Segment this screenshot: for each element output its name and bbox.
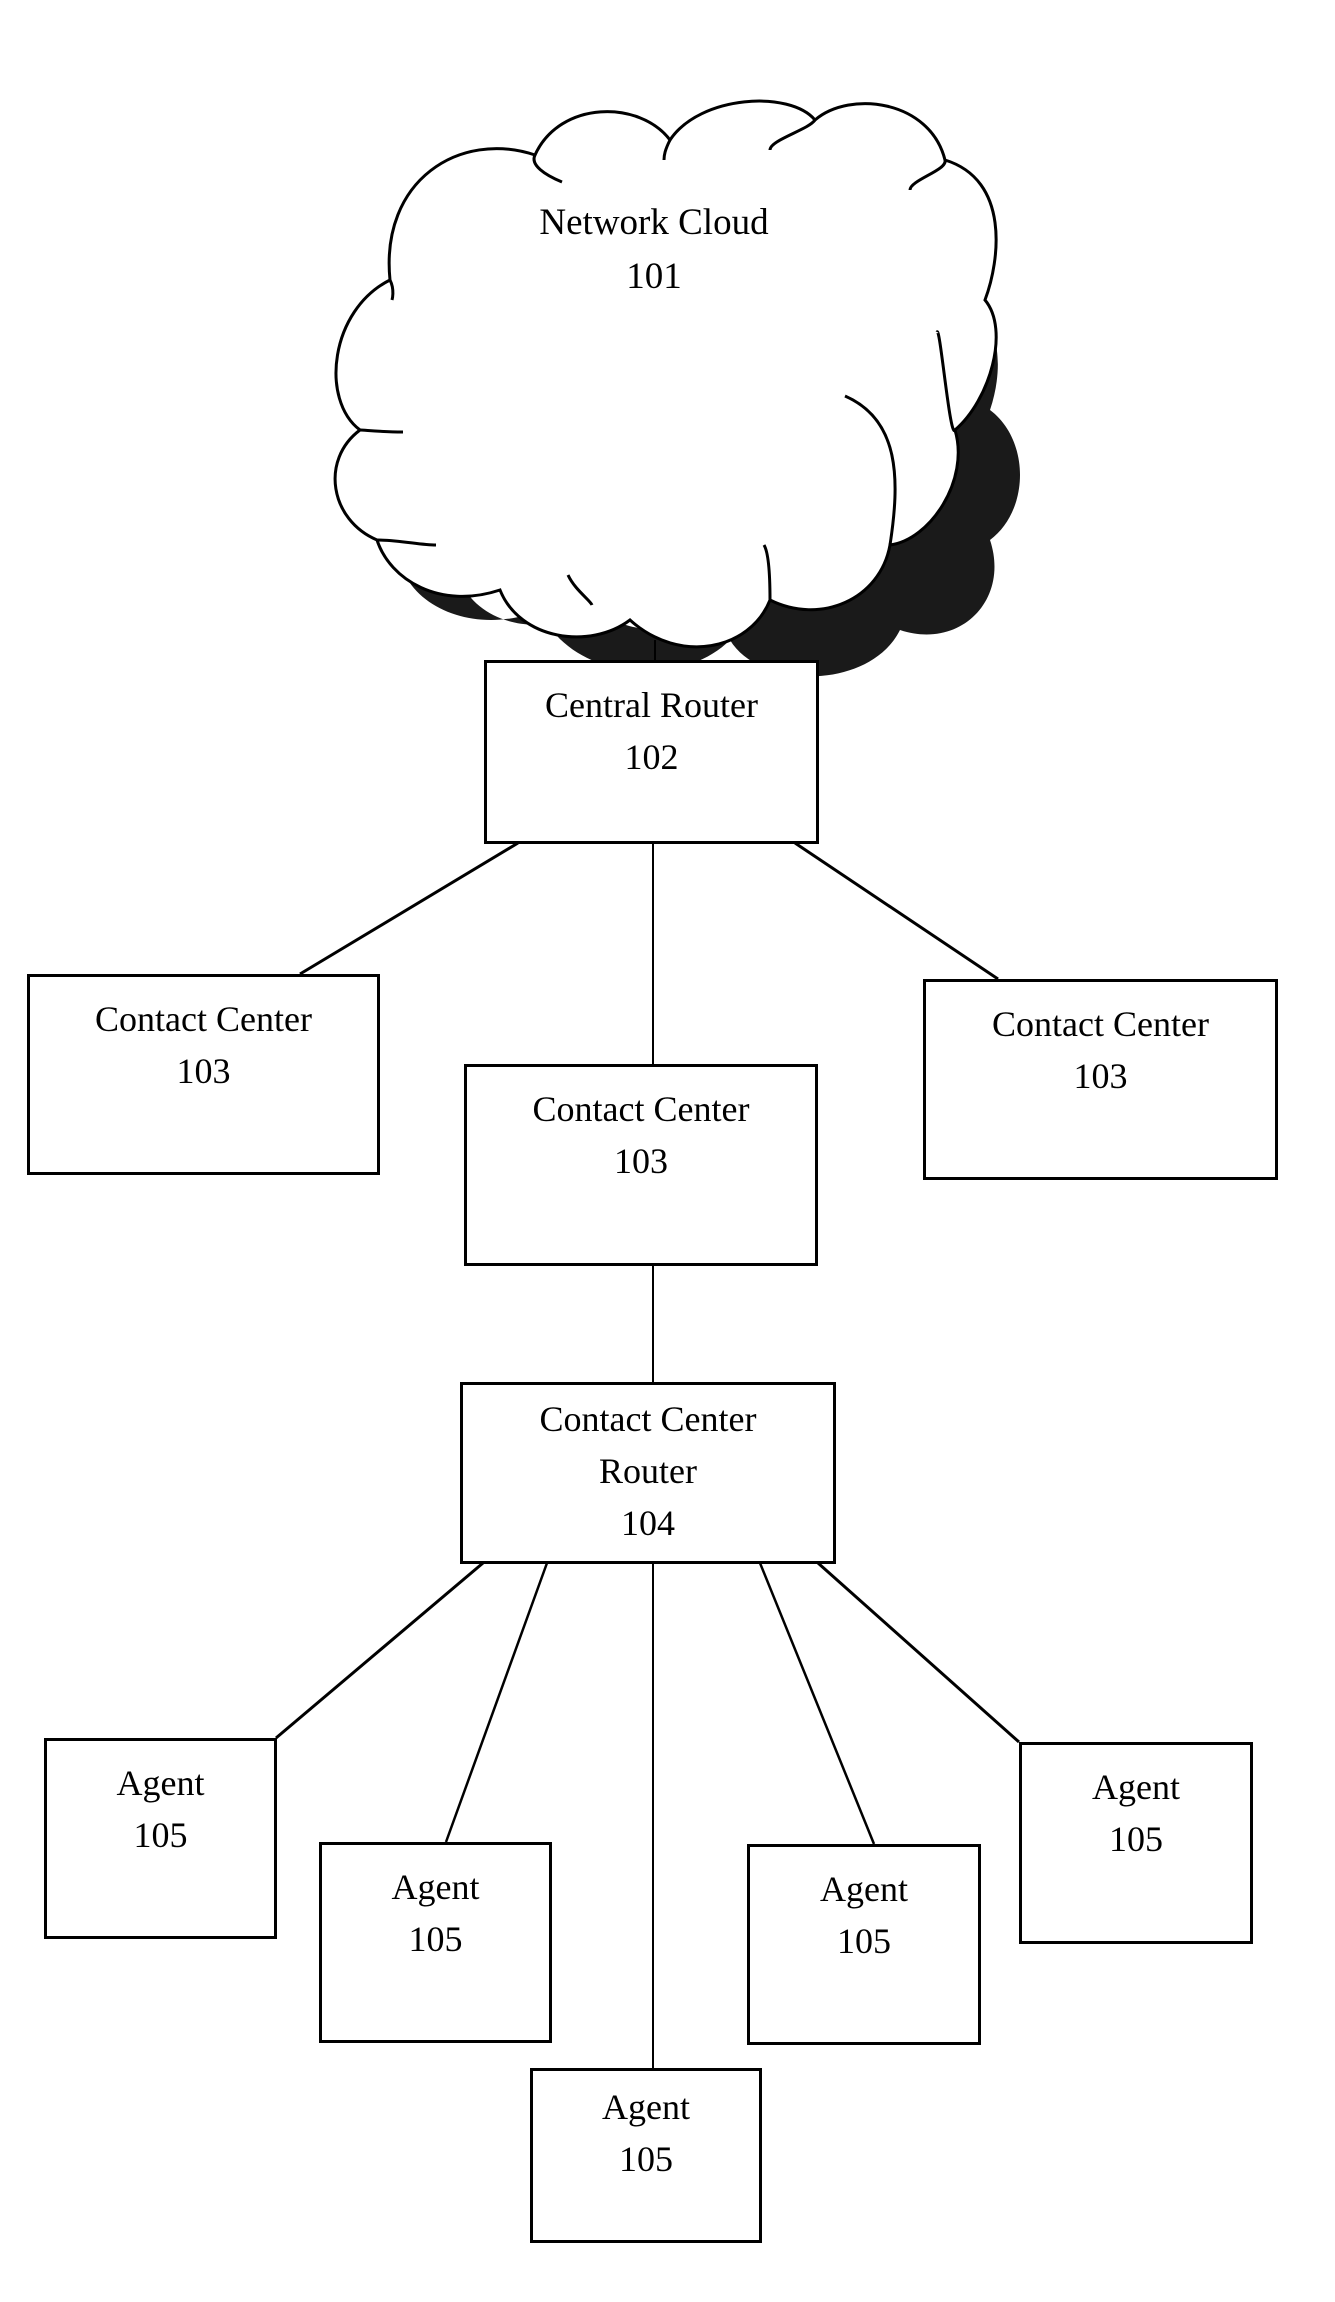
node-ref: 105 xyxy=(619,2139,673,2179)
node-title: Agent xyxy=(820,1869,908,1909)
node-title: Agent xyxy=(602,2087,690,2127)
contact-center-node-right: Contact Center 103 xyxy=(923,979,1278,1180)
agent-node-4: Agent 105 xyxy=(747,1844,981,2045)
contact-center-node-left: Contact Center 103 xyxy=(27,974,380,1175)
node-ref: 104 xyxy=(621,1503,675,1543)
node-title: Central Router xyxy=(545,685,758,725)
node-title: Agent xyxy=(391,1867,480,1907)
edge-central-router-to-cc-left xyxy=(299,841,519,976)
node-ref: 105 xyxy=(408,1919,463,1959)
agent-node-3: Agent 105 xyxy=(530,2068,762,2243)
node-title: Contact Center xyxy=(95,999,312,1039)
node-ref: 103 xyxy=(176,1051,231,1091)
edge-cc-router-to-agent-4 xyxy=(758,1562,876,1845)
agent-node-1: Agent 105 xyxy=(44,1738,277,1939)
node-ref: 105 xyxy=(133,1815,188,1855)
edge-central-router-to-cc-right xyxy=(794,841,999,981)
node-ref: 103 xyxy=(1073,1056,1128,1096)
agent-node-5: Agent 105 xyxy=(1019,1742,1253,1944)
node-title: Contact Center xyxy=(532,1089,750,1129)
node-ref: 105 xyxy=(1109,1819,1163,1859)
node-ref: 101 xyxy=(626,256,682,297)
node-ref: 103 xyxy=(614,1141,668,1181)
network-cloud-node: Network Cloud 101 xyxy=(434,196,874,304)
node-title: Contact Center xyxy=(992,1004,1209,1044)
contact-center-router-node: Contact Center Router 104 xyxy=(460,1382,836,1564)
contact-center-node-middle: Contact Center 103 xyxy=(464,1064,818,1266)
node-ref: 105 xyxy=(837,1921,891,1961)
node-title: Network Cloud xyxy=(539,202,769,243)
edge-cc-router-to-agent-5 xyxy=(817,1561,1020,1744)
agent-node-2: Agent 105 xyxy=(319,1842,552,2043)
edge-cc-router-to-agent-1 xyxy=(275,1561,484,1740)
node-title-line2: Router xyxy=(599,1451,697,1491)
node-title-line1: Contact Center xyxy=(539,1399,757,1439)
node-ref: 102 xyxy=(624,737,679,777)
node-title: Agent xyxy=(1092,1767,1180,1807)
node-title: Agent xyxy=(116,1763,205,1803)
central-router-node: Central Router 102 xyxy=(484,660,819,844)
edge-cc-router-to-agent-2 xyxy=(444,1562,549,1843)
